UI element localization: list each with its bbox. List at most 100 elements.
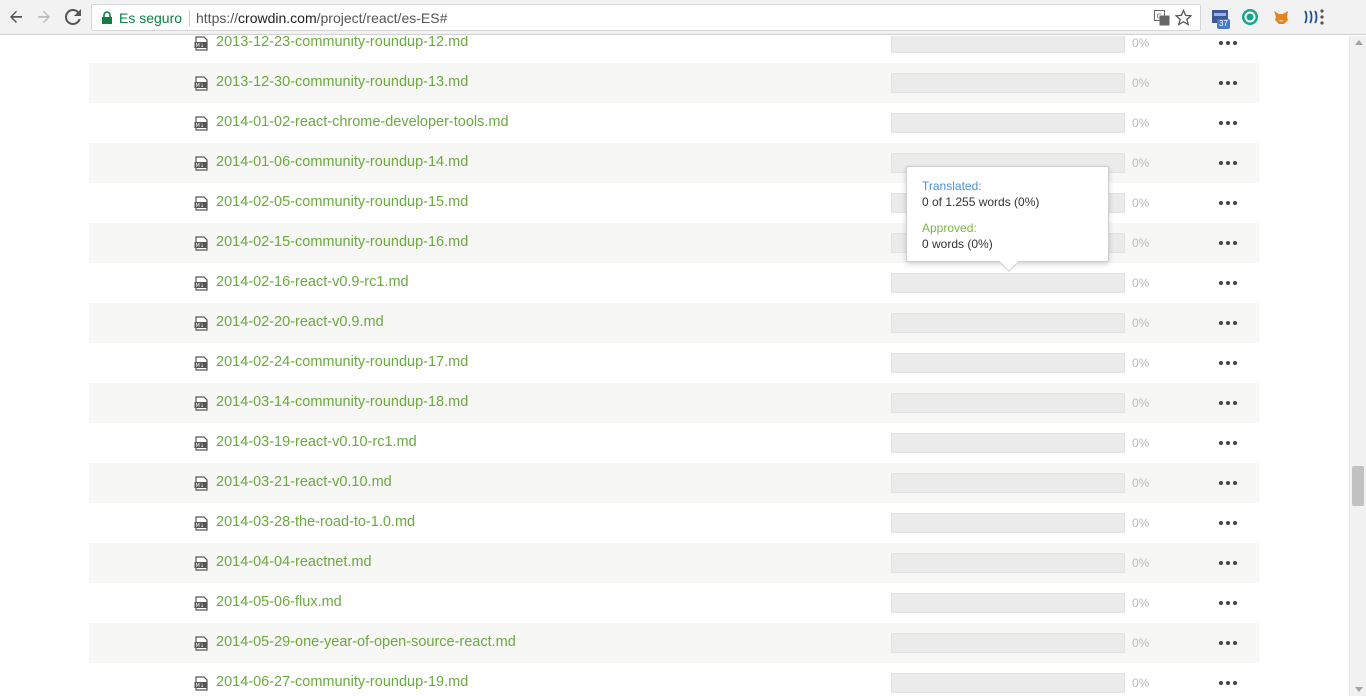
file-name-link[interactable]: 2014-03-14-community-roundup-18.md (216, 394, 468, 410)
progress-bar[interactable] (891, 513, 1125, 533)
file-name-link[interactable]: 2013-12-30-community-roundup-13.md (216, 74, 468, 90)
file-list: M↓ 2013-12-23-community-roundup-12.md 0% M↓… (89, 36, 1259, 696)
progress-bar[interactable] (891, 73, 1125, 93)
progress-bar[interactable] (891, 673, 1125, 693)
file-name-link[interactable]: 2014-02-15-community-roundup-16.md (216, 234, 468, 250)
progress-percent: 0% (1132, 356, 1150, 370)
markdown-file-icon: M↓ (194, 76, 208, 91)
progress-percent: 0% (1132, 156, 1150, 170)
lock-icon (102, 11, 112, 24)
markdown-file-icon: M↓ (194, 676, 208, 691)
more-options-button[interactable] (1219, 315, 1239, 331)
file-name-link[interactable]: 2013-12-23-community-roundup-12.md (216, 36, 468, 50)
more-options-button[interactable] (1219, 36, 1239, 51)
translated-label: Translated: (922, 179, 982, 193)
file-row: M↓ 2014-01-02-react-chrome-developer-tool… (89, 103, 1259, 143)
more-options-button[interactable] (1219, 515, 1239, 531)
scroll-up-arrow-icon[interactable] (1355, 40, 1363, 45)
more-options-button[interactable] (1219, 555, 1239, 571)
star-icon[interactable] (1175, 9, 1192, 26)
more-options-button[interactable] (1219, 595, 1239, 611)
url-host: crowdin.com (238, 10, 317, 26)
reload-button[interactable] (62, 6, 84, 28)
url-text[interactable]: https://crowdin.com/project/react/es-ES# (196, 10, 447, 26)
url-path: /project/react/es-ES# (316, 10, 448, 26)
progress-percent: 0% (1132, 476, 1150, 490)
svg-text:M↓: M↓ (196, 403, 205, 409)
more-options-button[interactable] (1219, 355, 1239, 371)
progress-bar[interactable] (891, 553, 1125, 573)
svg-text:M↓: M↓ (196, 123, 205, 129)
file-name-link[interactable]: 2014-06-27-community-roundup-19.md (216, 674, 468, 690)
more-options-button[interactable] (1219, 235, 1239, 251)
extension-fox-icon[interactable] (1272, 8, 1290, 26)
forward-button[interactable] (33, 6, 55, 28)
more-options-button[interactable] (1219, 115, 1239, 131)
progress-bar[interactable] (891, 473, 1125, 493)
progress-percent: 0% (1132, 236, 1150, 250)
svg-text:M↓: M↓ (196, 203, 205, 209)
progress-percent: 0% (1132, 436, 1150, 450)
progress-percent: 0% (1132, 596, 1150, 610)
progress-bar[interactable] (891, 313, 1125, 333)
more-options-icon (1219, 195, 1239, 205)
file-name-link[interactable]: 2014-03-21-react-v0.10.md (216, 474, 392, 490)
file-name-link[interactable]: 2014-03-19-react-v0.10-rc1.md (216, 434, 417, 450)
file-name-link[interactable]: 2014-03-28-the-road-to-1.0.md (216, 514, 415, 530)
file-name-link[interactable]: 2014-05-06-flux.md (216, 594, 342, 610)
progress-bar[interactable] (891, 633, 1125, 653)
more-options-button[interactable] (1219, 75, 1239, 91)
back-button[interactable] (5, 6, 27, 28)
progress-tooltip: Translated: 0 of 1.255 words (0%) Approv… (906, 166, 1109, 272)
file-name-link[interactable]: 2014-04-04-reactnet.md (216, 554, 372, 570)
svg-text:M↓: M↓ (196, 523, 205, 529)
markdown-file-icon: M↓ (194, 36, 208, 51)
file-name-link[interactable]: 2014-02-20-react-v0.9.md (216, 314, 384, 330)
markdown-file-icon: M↓ (194, 356, 208, 371)
more-options-button[interactable] (1219, 475, 1239, 491)
vertical-scrollbar[interactable] (1349, 36, 1366, 696)
file-name-link[interactable]: 2014-01-02-react-chrome-developer-tools.… (216, 114, 509, 130)
progress-bar[interactable] (891, 353, 1125, 373)
address-bar[interactable]: Es seguro https://crowdin.com/project/re… (91, 4, 1201, 31)
scroll-thumb[interactable] (1352, 466, 1364, 506)
progress-percent: 0% (1132, 116, 1150, 130)
svg-text:M↓: M↓ (196, 163, 205, 169)
translate-icon[interactable]: G (1154, 10, 1170, 26)
more-options-button[interactable] (1219, 395, 1239, 411)
more-options-button[interactable] (1219, 275, 1239, 291)
extension-circle-icon[interactable] (1241, 8, 1259, 26)
progress-bar[interactable] (891, 113, 1125, 133)
more-options-button[interactable] (1219, 635, 1239, 651)
file-name-link[interactable]: 2014-02-05-community-roundup-15.md (216, 194, 468, 210)
file-name-link[interactable]: 2014-02-16-react-v0.9-rc1.md (216, 274, 409, 290)
file-row: M↓ 2013-12-23-community-roundup-12.md 0% (89, 36, 1259, 63)
more-options-button[interactable] (1219, 155, 1239, 171)
progress-bar[interactable] (891, 593, 1125, 613)
more-options-button[interactable] (1219, 435, 1239, 451)
scroll-down-arrow-icon[interactable] (1355, 687, 1363, 692)
file-name-link[interactable]: 2014-02-24-community-roundup-17.md (216, 354, 468, 370)
progress-bar[interactable] (891, 433, 1125, 453)
more-options-icon (1219, 675, 1239, 685)
svg-text:M↓: M↓ (196, 683, 205, 689)
svg-text:M↓: M↓ (196, 443, 205, 449)
browser-toolbar: Es seguro https://crowdin.com/project/re… (0, 0, 1366, 35)
more-options-button[interactable] (1219, 675, 1239, 691)
translated-value: 0 of 1.255 words (0%) (922, 195, 1040, 209)
more-options-icon (1219, 355, 1239, 365)
progress-bar[interactable] (891, 36, 1125, 53)
progress-bar[interactable] (891, 393, 1125, 413)
progress-bar[interactable] (891, 273, 1125, 293)
file-row: M↓ 2014-04-04-reactnet.md 0% (89, 543, 1259, 583)
svg-text:M↓: M↓ (196, 643, 205, 649)
file-row: M↓ 2014-02-24-community-roundup-17.md 0% (89, 343, 1259, 383)
file-name-link[interactable]: 2014-01-06-community-roundup-14.md (216, 154, 468, 170)
file-row: M↓ 2014-03-14-community-roundup-18.md 0% (89, 383, 1259, 423)
more-options-icon (1219, 315, 1239, 325)
file-name-link[interactable]: 2014-05-29-one-year-of-open-source-react… (216, 634, 516, 650)
svg-text:M↓: M↓ (196, 283, 205, 289)
file-row: M↓ 2014-03-19-react-v0.10-rc1.md 0% (89, 423, 1259, 463)
menu-icon[interactable] (1314, 8, 1330, 26)
more-options-button[interactable] (1219, 195, 1239, 211)
